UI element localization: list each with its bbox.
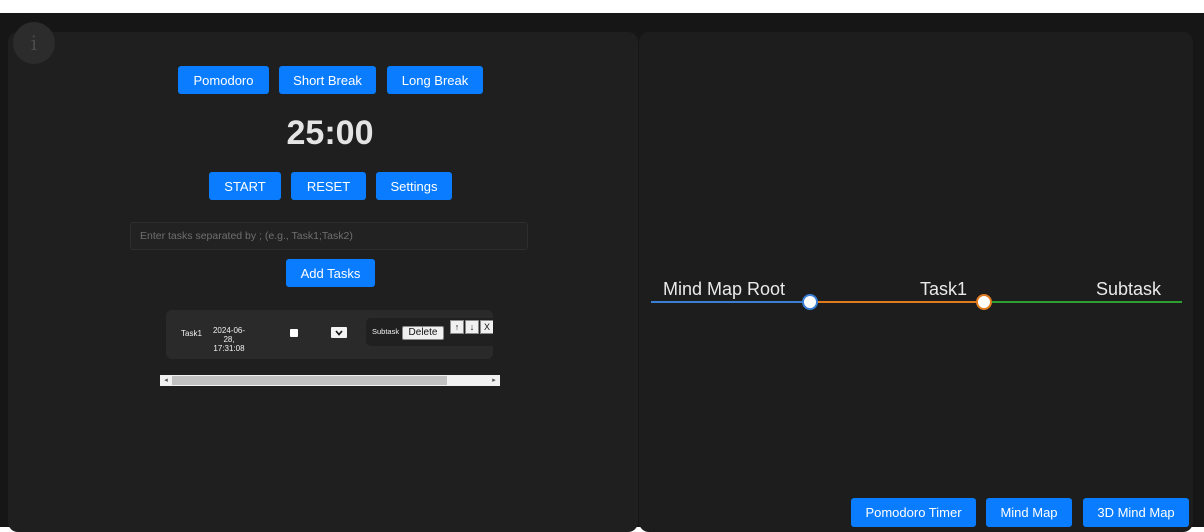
info-icon[interactable]: i	[13, 22, 55, 64]
3d-mind-map-nav-button[interactable]: 3D Mind Map	[1083, 498, 1189, 527]
mindmap-node-root[interactable]	[802, 294, 818, 310]
mindmap-label-subtask: Subtask	[1096, 279, 1162, 299]
info-glyph: i	[30, 31, 38, 55]
mindmap-canvas	[651, 294, 1182, 310]
mindmap-label-task1: Task1	[920, 279, 968, 299]
pomodoro-timer-nav-button[interactable]: Pomodoro Timer	[851, 498, 976, 527]
mindmap-label-root: Mind Map Root	[663, 279, 786, 299]
mind-map-nav-button[interactable]: Mind Map	[986, 498, 1072, 527]
mindmap-node-task1[interactable]	[976, 294, 992, 310]
